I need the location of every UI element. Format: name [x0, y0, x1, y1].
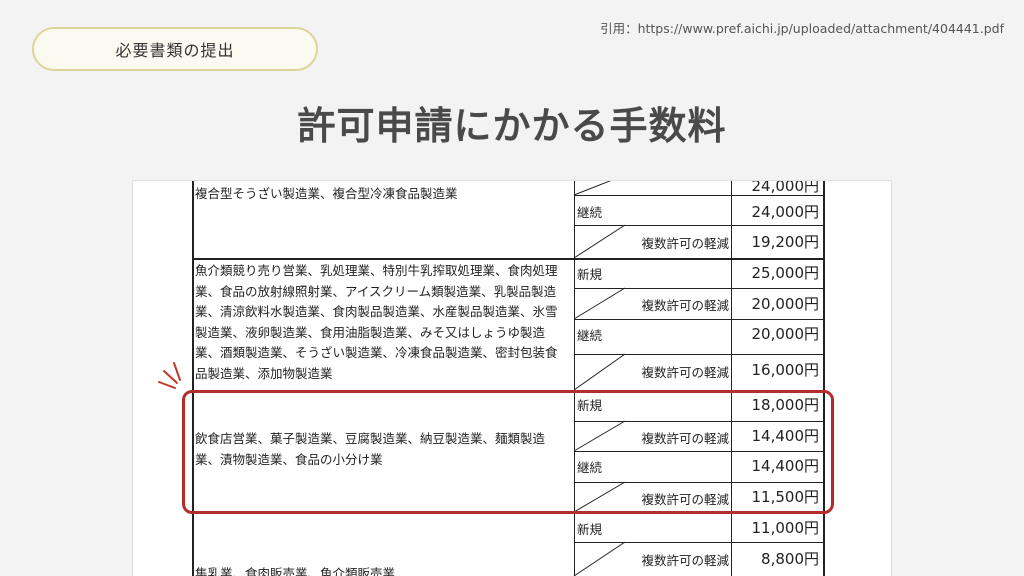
application-type: 新規: [577, 522, 603, 537]
row-border: [192, 258, 825, 260]
fee-value: 24,000円: [751, 181, 820, 195]
reduction-label: 複数許可の軽減: [641, 365, 729, 380]
fee-value: 24,000円: [751, 203, 820, 221]
section-pill: 必要書類の提出: [32, 27, 318, 71]
page-title: 許可申請にかかる手数料: [297, 104, 727, 148]
table-border-left: [192, 181, 194, 576]
table-divider-type: [574, 181, 575, 576]
fee-value: 20,000円: [751, 295, 820, 313]
fee-value: 25,000円: [751, 264, 820, 282]
highlight-box: [182, 390, 834, 514]
application-type: 継続: [577, 205, 603, 220]
fee-value: 8,800円: [761, 550, 819, 568]
reduction-label: 複数許可の軽減: [641, 553, 729, 568]
business-types: 複合型そうざい製造業、複合型冷凍食品製造業: [195, 186, 458, 201]
table-border-right: [823, 181, 825, 576]
fee-value: 11,000円: [751, 519, 820, 537]
fee-value: 19,200円: [751, 233, 820, 251]
section-pill-label: 必要書類の提出: [115, 41, 235, 60]
subrow-border: [574, 354, 825, 355]
subrow-border: [574, 542, 825, 543]
subrow-border: [574, 225, 825, 226]
subrow-border: [574, 319, 825, 320]
source-citation: 引用：https://www.pref.aichi.jp/uploaded/at…: [600, 21, 1004, 36]
fee-table-document: 複合型そうざい製造業、複合型冷凍食品製造業 24,000円 継続 24,000円…: [133, 181, 891, 576]
emphasis-burst-icon: [158, 362, 181, 389]
table-divider-fee: [731, 181, 732, 576]
fee-value: 16,000円: [751, 361, 820, 379]
business-types: 集乳業、食肉販売業、魚介類販売業: [195, 566, 396, 576]
reduction-label: 複数許可の軽減: [641, 236, 729, 251]
business-types: 魚介類競り売り営業、乳処理業、特別牛乳搾取処理業、食肉処理業、食品の放射線照射業…: [195, 263, 558, 381]
reduction-label: 複数許可の軽減: [641, 298, 729, 313]
subrow-border: [574, 288, 825, 289]
application-type: 継続: [577, 328, 603, 343]
application-type: 新規: [577, 267, 603, 282]
fee-value: 20,000円: [751, 325, 820, 343]
